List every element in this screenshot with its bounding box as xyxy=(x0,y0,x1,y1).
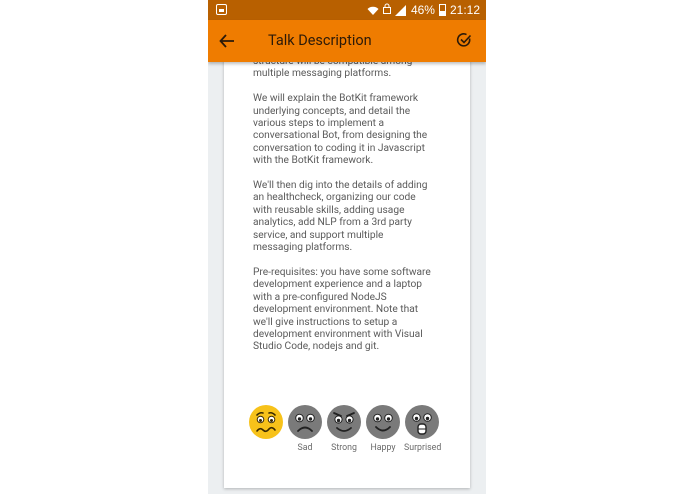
phone-screen: 46% 21:12 Talk Description structure wil… xyxy=(208,0,486,494)
gallery-notification-icon xyxy=(216,4,227,15)
battery-percent: 46% xyxy=(410,3,435,17)
rating-label xyxy=(248,443,284,454)
rating-option-surprised[interactable]: Surprised xyxy=(404,404,442,454)
rating-option-strong[interactable]: Strong xyxy=(326,404,362,454)
signal-icon xyxy=(394,4,407,16)
rating-label: Strong xyxy=(331,443,357,453)
app-bar: Talk Description xyxy=(208,20,486,62)
wifi-icon xyxy=(367,5,379,15)
rating-label: Happy xyxy=(370,443,396,453)
rating-option-sad[interactable]: Sad xyxy=(287,404,323,454)
rating-option-happy[interactable]: Happy xyxy=(365,404,401,454)
battery-icon xyxy=(438,4,446,16)
rating-label: Sad xyxy=(297,443,313,453)
clock: 21:12 xyxy=(449,3,480,17)
surprised-face-icon xyxy=(405,405,439,439)
lock-icon xyxy=(382,3,391,17)
page-title: Talk Description xyxy=(268,32,372,49)
strong-face-icon xyxy=(327,405,361,439)
check-circle-icon[interactable] xyxy=(456,32,472,48)
rating-faces: Sad Strong Happy Surprised xyxy=(248,404,442,454)
rating-option-worried[interactable] xyxy=(248,404,284,454)
status-bar: 46% 21:12 xyxy=(208,0,486,20)
worried-face-icon xyxy=(249,405,283,439)
happy-face-icon xyxy=(366,405,400,439)
back-arrow-icon[interactable] xyxy=(218,32,236,50)
rating-label: Surprised xyxy=(404,443,442,453)
status-icons: 46% 21:12 xyxy=(367,3,480,17)
description-card: structure will be compatible among multi… xyxy=(224,50,470,488)
talk-description-text: structure will be compatible among multi… xyxy=(253,56,431,353)
sad-face-icon xyxy=(288,405,322,439)
